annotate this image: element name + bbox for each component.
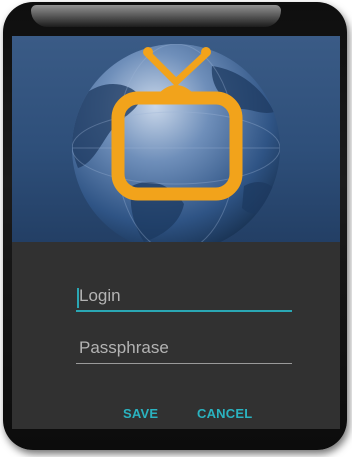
tv-globe-logo-icon (72, 44, 280, 242)
login-dialog: Login Passphrase SAVE CANCEL (12, 36, 340, 429)
passphrase-underline (76, 363, 292, 364)
passphrase-placeholder: Passphrase (79, 338, 169, 357)
login-input[interactable]: Login (76, 282, 292, 312)
cancel-button[interactable]: CANCEL (197, 406, 252, 421)
device-frame: Login Passphrase SAVE CANCEL (3, 2, 347, 450)
login-placeholder: Login (79, 286, 121, 305)
logo-banner (12, 36, 340, 242)
passphrase-input[interactable]: Passphrase (76, 334, 292, 364)
login-form: Login Passphrase SAVE CANCEL (12, 242, 340, 429)
login-underline (76, 310, 292, 312)
save-button[interactable]: SAVE (123, 406, 158, 421)
